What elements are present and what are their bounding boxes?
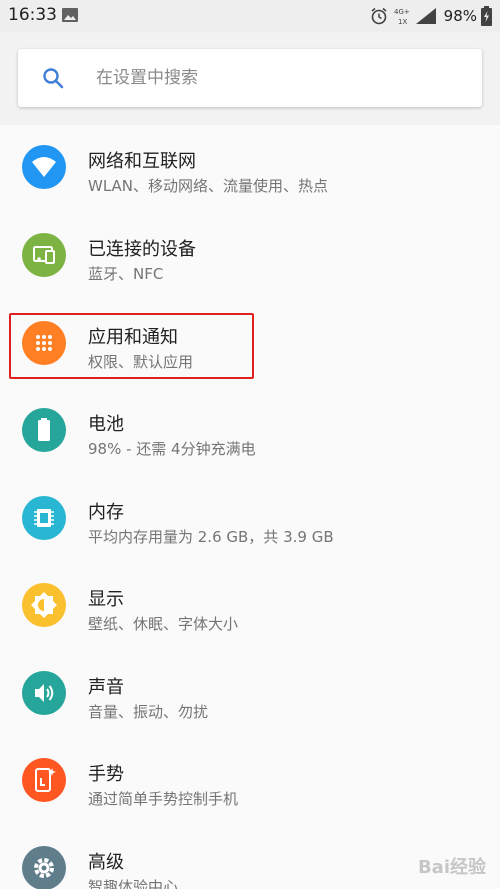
advanced-icon <box>22 846 66 889</box>
settings-item-title: 手势 <box>88 764 124 785</box>
battery-charging-icon <box>481 6 492 26</box>
search-header <box>0 32 500 125</box>
settings-item-network[interactable]: 网络和互联网 WLAN、移动网络、流量使用、热点 <box>0 125 500 212</box>
settings-item-memory[interactable]: 内存 平均内存用量为 2.6 GB，共 3.9 GB <box>0 476 500 563</box>
settings-item-subtitle: 壁纸、休眠、字体大小 <box>88 615 239 633</box>
settings-item-gestures[interactable]: 手势 通过简单手势控制手机 <box>0 738 500 825</box>
battery-icon <box>22 408 66 452</box>
settings-item-title: 内存 <box>88 502 124 523</box>
memory-icon <box>22 496 66 540</box>
settings-item-title: 声音 <box>88 677 124 698</box>
settings-item-subtitle: 权限、默认应用 <box>88 353 194 371</box>
settings-item-sound[interactable]: 声音 音量、振动、勿扰 <box>0 651 500 738</box>
status-right-group: 4G+ 1X 98% <box>370 4 492 28</box>
net-bottom-label: 1X <box>398 18 407 26</box>
baidu-watermark: Bai经验 <box>417 857 486 878</box>
settings-item-subtitle: 平均内存用量为 2.6 GB，共 3.9 GB <box>88 528 334 546</box>
settings-item-subtitle: 音量、振动、勿扰 <box>88 703 209 721</box>
devices-icon <box>22 233 66 277</box>
alarm-icon <box>371 7 387 25</box>
settings-item-title: 网络和互联网 <box>88 151 196 172</box>
wifi-icon <box>22 145 66 189</box>
gestures-icon <box>22 758 66 802</box>
apps-icon <box>22 321 66 365</box>
signal-icon: 4G+ 1X <box>394 8 436 26</box>
settings-item-title: 显示 <box>88 589 124 610</box>
search-box[interactable] <box>18 49 482 107</box>
battery-percent: 98% <box>443 7 477 25</box>
sound-icon <box>22 671 66 715</box>
search-icon <box>43 68 64 89</box>
settings-item-title: 应用和通知 <box>88 327 178 348</box>
settings-item-subtitle: 智趣体验中心 <box>88 878 179 889</box>
settings-item-subtitle: 98% - 还需 4分钟充满电 <box>88 440 256 458</box>
status-time: 16:33 <box>8 5 57 25</box>
display-icon <box>22 583 66 627</box>
settings-item-title: 电池 <box>88 414 124 435</box>
status-bar: 16:33 4G+ 1X 98% <box>0 0 500 32</box>
settings-item-title: 高级 <box>88 852 124 873</box>
settings-item-subtitle: WLAN、移动网络、流量使用、热点 <box>88 177 329 195</box>
settings-item-title: 已连接的设备 <box>88 239 196 260</box>
settings-item-connected-devices[interactable]: 已连接的设备 蓝牙、NFC <box>0 213 500 300</box>
search-input[interactable] <box>96 49 456 107</box>
net-top-label: 4G+ <box>394 8 410 16</box>
settings-item-subtitle: 通过简单手势控制手机 <box>88 790 239 808</box>
settings-item-subtitle: 蓝牙、NFC <box>88 265 164 283</box>
settings-item-battery[interactable]: 电池 98% - 还需 4分钟充满电 <box>0 388 500 475</box>
image-notification-icon <box>62 8 78 22</box>
settings-item-display[interactable]: 显示 壁纸、休眠、字体大小 <box>0 563 500 650</box>
settings-item-apps-notifications[interactable]: 应用和通知 权限、默认应用 <box>0 301 500 388</box>
